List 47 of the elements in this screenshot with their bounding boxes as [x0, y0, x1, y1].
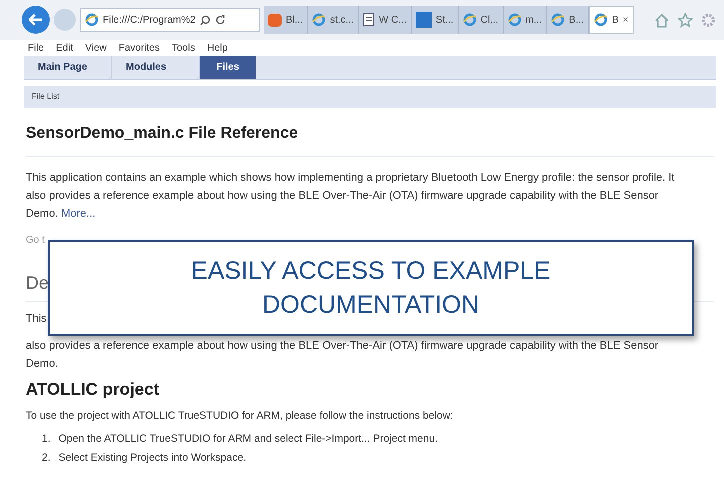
browser-tab[interactable]: st.c...: [308, 6, 360, 34]
star-icon[interactable]: [678, 12, 693, 28]
callout-text: EASILY ACCESS TO EXAMPLE DOCUMENTATION: [190, 256, 552, 321]
menu-item[interactable]: Tools: [172, 40, 196, 56]
browser-icon: [508, 13, 522, 27]
address-bar[interactable]: File:///C:/Program%2: [80, 8, 260, 32]
detail-paragraph-start: This: [26, 312, 47, 327]
intro-paragraph: This application contains an example which shows how implementing a proprietary Bluetooth Low Energy profile: the sensor profile. It also provides a reference example about how using the BLE Over-The-Air (OTA) firmware upgrade capability with the BLE Sensor Demo. More...: [26, 171, 676, 222]
navigation-tab[interactable]: Main Page: [24, 56, 112, 79]
page-title: SensorDemo_main.c File Reference: [26, 124, 300, 144]
section-heading: De: [26, 272, 50, 295]
browser-icon: [312, 13, 326, 27]
navigation-tab[interactable]: Files: [200, 56, 256, 79]
refresh-icon[interactable]: [214, 14, 226, 26]
menu-item[interactable]: File: [28, 40, 44, 56]
close-tab-button[interactable]: ×: [622, 12, 629, 28]
browser-tab[interactable]: B...: [547, 6, 590, 34]
project-paragraph: To use the project with ATOLLIC TrueSTUDIO for ARM, please follow the instructions below:: [26, 408, 454, 424]
search-icon[interactable]: [200, 14, 211, 26]
more-link[interactable]: More...: [61, 208, 96, 220]
menu-item[interactable]: Favorites: [118, 40, 160, 56]
browser-icon: [85, 13, 99, 27]
file-list-link[interactable]: File List: [32, 91, 60, 103]
back-arrow-icon: [29, 14, 43, 26]
menu-item[interactable]: Edit: [56, 40, 74, 56]
section-heading: ATOLLIC project: [26, 379, 160, 401]
browser-tab[interactable]: Bl...: [264, 6, 308, 34]
browser-tab[interactable]: St...: [412, 6, 459, 34]
forward-button[interactable]: [54, 9, 76, 31]
browser-icon: [551, 13, 566, 27]
step-text: Select Existing Projects into Workspace.: [58, 451, 246, 466]
browser-tab[interactable]: B ×: [589, 6, 634, 34]
step-number: 1.: [42, 432, 51, 448]
browser-tab[interactable]: W C...: [359, 6, 412, 34]
home-icon[interactable]: [654, 12, 670, 28]
browser-icon: [462, 13, 477, 27]
browser-tab[interactable]: m...: [504, 6, 548, 34]
menu-item[interactable]: View: [85, 40, 107, 56]
detail-paragraph: also provides a reference example about how using the BLE Over-The-Air (OTA) firmware upgrade capability with the BLE Sensor Demo.: [26, 339, 660, 372]
browser-tab[interactable]: Cl...: [458, 6, 504, 34]
menu-item[interactable]: Help: [207, 40, 228, 56]
step-text: Open the ATOLLIC TrueSTUDIO for ARM and select File->Import... Project menu.: [58, 432, 438, 448]
document-icon: [363, 13, 376, 27]
chat-icon: [268, 14, 282, 26]
browser-icon: [594, 13, 608, 27]
back-button[interactable]: [22, 6, 50, 34]
step-number: 2.: [42, 451, 51, 466]
